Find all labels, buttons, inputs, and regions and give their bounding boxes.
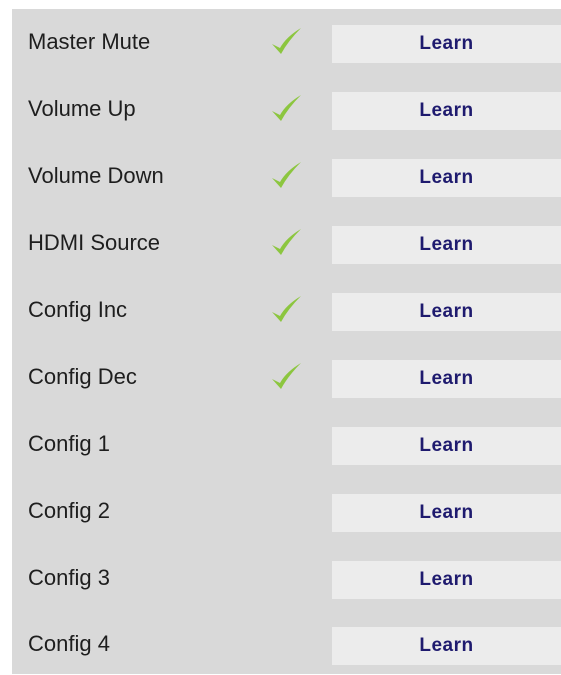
row-label: Master Mute — [28, 29, 151, 54]
row-label: HDMI Source — [28, 230, 161, 255]
ir-learn-panel: Master Mute Learn Volume Up Learn Volume… — [12, 9, 561, 674]
learn-button-volume-down[interactable]: Learn — [332, 159, 561, 197]
learn-button-config-3[interactable]: Learn — [332, 561, 561, 599]
learn-row-volume-down: Volume Down Learn — [12, 155, 561, 197]
learn-button-master-mute[interactable]: Learn — [332, 25, 561, 63]
checkmark-icon — [272, 229, 301, 255]
learn-row-config-inc: Config Inc Learn — [12, 289, 561, 331]
row-label: Config 2 — [28, 498, 110, 523]
checkmark-icon — [272, 363, 301, 389]
learn-row-config-1: Config 1 Learn — [12, 423, 561, 465]
row-label: Volume Down — [28, 163, 164, 188]
learn-button-config-1[interactable]: Learn — [332, 427, 561, 465]
checkmark-icon — [272, 162, 301, 188]
learn-button-config-dec[interactable]: Learn — [332, 360, 561, 398]
row-label: Config 4 — [28, 631, 110, 656]
checkmark-icon — [272, 28, 301, 54]
checkmark-icon — [272, 296, 301, 322]
learn-row-volume-up: Volume Up Learn — [12, 88, 561, 130]
learn-row-config-dec: Config Dec Learn — [12, 356, 561, 398]
learn-row-hdmi-source: HDMI Source Learn — [12, 222, 561, 264]
learn-row-config-4: Config 4 Learn — [12, 623, 561, 665]
learn-button-hdmi-source[interactable]: Learn — [332, 226, 561, 264]
learn-row-master-mute: Master Mute Learn — [12, 21, 561, 63]
checkmark-icon — [272, 95, 301, 121]
row-label: Volume Up — [28, 96, 136, 121]
row-label: Config 3 — [28, 565, 110, 590]
learn-button-volume-up[interactable]: Learn — [332, 92, 561, 130]
learn-row-config-2: Config 2 Learn — [12, 490, 561, 532]
learn-button-config-2[interactable]: Learn — [332, 494, 561, 532]
row-label: Config Dec — [28, 364, 137, 389]
row-label: Config 1 — [28, 431, 110, 456]
learn-button-config-inc[interactable]: Learn — [332, 293, 561, 331]
row-label: Config Inc — [28, 297, 128, 322]
learn-button-config-4[interactable]: Learn — [332, 627, 561, 665]
learn-row-config-3: Config 3 Learn — [12, 557, 561, 599]
